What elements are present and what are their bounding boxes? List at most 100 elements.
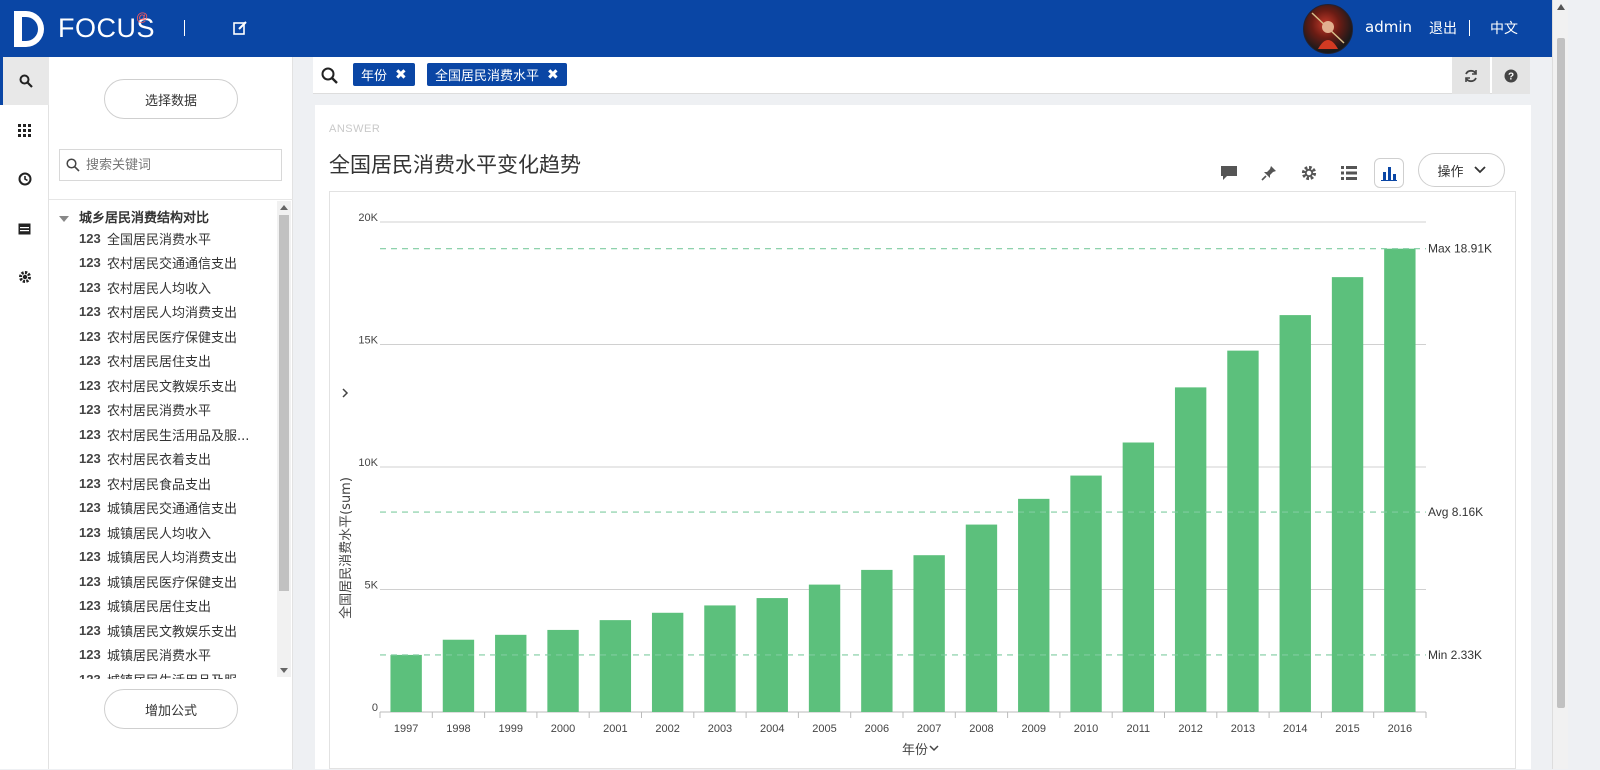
query-token-year[interactable]: 年份 ✖: [353, 63, 415, 86]
bar[interactable]: [651, 612, 684, 712]
x-tick-label: 2012: [1178, 723, 1202, 735]
field-list-item[interactable]: 123 城镇居民交通通信支出: [79, 496, 279, 521]
pin-button[interactable]: [1254, 158, 1284, 188]
tree-group-header[interactable]: 城乡居民消费结构对比: [59, 207, 209, 226]
bar[interactable]: [599, 620, 632, 712]
field-list-item[interactable]: 123 城镇居民人均消费支出: [79, 545, 279, 570]
field-list-item[interactable]: 123 农村居民人均收入: [79, 275, 279, 300]
bar[interactable]: [1018, 498, 1050, 712]
rail-history[interactable]: [0, 155, 49, 203]
field-list-item[interactable]: 123 城镇居民医疗保健支出: [79, 569, 279, 594]
bar[interactable]: [1122, 442, 1155, 713]
x-axis-chevron-icon[interactable]: [929, 745, 939, 752]
rail-apps[interactable]: [0, 106, 49, 154]
bar[interactable]: [1384, 248, 1416, 712]
field-list-item[interactable]: 123 农村居民食品支出: [79, 471, 279, 496]
field-list-scrollbar[interactable]: [277, 201, 291, 677]
field-list-item[interactable]: 123 农村居民交通通信支出: [79, 251, 279, 276]
x-tick-label: 2013: [1231, 723, 1255, 735]
add-formula-button[interactable]: 增加公式: [104, 689, 238, 729]
field-list-item[interactable]: 123城镇居民生活用品及服: [79, 667, 279, 679]
y-axis-label[interactable]: 全国居民消费水平(sum): [338, 477, 354, 619]
field-list-item[interactable]: 123 农村居民文教娱乐支出: [79, 373, 279, 398]
field-list-item[interactable]: 123 城镇居民消费水平: [79, 643, 279, 668]
language-switch[interactable]: 中文: [1490, 18, 1518, 38]
remove-token-icon[interactable]: ✖: [395, 67, 407, 83]
keyword-search-input[interactable]: [84, 154, 274, 176]
settings-icon: [18, 271, 31, 283]
refresh-button[interactable]: [1452, 57, 1490, 94]
bar[interactable]: [808, 584, 841, 712]
bar-chart-icon: [1381, 167, 1397, 181]
scroll-up-icon[interactable]: [280, 205, 288, 210]
field-list-item[interactable]: 123 农村居民医疗保健支出: [79, 324, 279, 349]
field-label: 全国居民消费水平: [107, 232, 212, 248]
numeric-type-icon: 123: [79, 426, 101, 442]
rail-calendar[interactable]: [0, 204, 49, 252]
field-list-item[interactable]: 123 城镇居民文教娱乐支出: [79, 618, 279, 643]
x-tick-label: 2000: [551, 723, 575, 735]
field-list-item[interactable]: 123 农村居民居住支出: [79, 349, 279, 374]
collapse-triangle-icon[interactable]: [59, 215, 69, 222]
field-list-item[interactable]: 123 农村居民人均消费支出: [79, 300, 279, 325]
scroll-down-icon[interactable]: [280, 668, 288, 673]
scroll-up-icon[interactable]: [1557, 4, 1565, 10]
bar[interactable]: [965, 524, 998, 712]
x-tick-label: 1999: [499, 723, 523, 735]
username[interactable]: admin: [1365, 18, 1412, 36]
window-scrollbar[interactable]: [1552, 0, 1568, 769]
numeric-type-icon: 123: [79, 230, 101, 246]
x-tick-label: 1998: [446, 723, 470, 735]
chart-settings-button[interactable]: [1294, 158, 1324, 188]
bar[interactable]: [1070, 475, 1102, 712]
bar[interactable]: [442, 639, 475, 712]
field-list-item[interactable]: 123 全国居民消费水平: [79, 226, 279, 251]
avatar[interactable]: [1303, 4, 1353, 54]
rail-settings[interactable]: [0, 253, 49, 301]
bar[interactable]: [1279, 315, 1311, 712]
x-axis-label[interactable]: 年份: [902, 743, 928, 758]
logout-link[interactable]: 退出: [1429, 18, 1457, 38]
bar[interactable]: [495, 634, 527, 712]
bar[interactable]: [861, 569, 893, 712]
field-list-item[interactable]: 123 农村居民生活用品及服...: [79, 422, 279, 447]
field-list-scrollbar-thumb[interactable]: [279, 215, 289, 591]
bar[interactable]: [390, 654, 422, 712]
query-bar[interactable]: 年份 ✖ 全国居民消费水平 ✖ ?: [313, 57, 1530, 94]
window-scrollbar-thumb[interactable]: [1557, 38, 1565, 708]
field-label: 城镇居民文教娱乐支出: [107, 624, 238, 640]
field-list-item[interactable]: 123 农村居民消费水平: [79, 398, 279, 423]
bar[interactable]: [756, 598, 788, 712]
field-label: 城镇居民消费水平: [107, 649, 212, 665]
comment-button[interactable]: [1214, 158, 1244, 188]
bar-chart: 0 5K 10K 15K 20K 1997 1998 1999 2000 2001 2002 200…: [338, 212, 1492, 758]
calendar-icon: [18, 223, 31, 234]
bar[interactable]: [704, 605, 736, 712]
remove-token-icon[interactable]: ✖: [547, 67, 559, 83]
bar[interactable]: [1331, 277, 1364, 712]
y-axis-chevron-icon[interactable]: [342, 388, 349, 398]
field-list-item[interactable]: 123 农村居民衣着支出: [79, 447, 279, 472]
reference-line-label: Avg 8.16K: [1428, 505, 1483, 519]
refresh-icon: [1465, 69, 1477, 82]
bar[interactable]: [547, 629, 579, 712]
select-data-button[interactable]: 选择数据: [104, 79, 238, 119]
operate-dropdown[interactable]: 操作: [1418, 153, 1505, 187]
query-token-consumption[interactable]: 全国居民消费水平 ✖: [427, 63, 567, 86]
answer-title: 全国居民消费水平变化趋势: [329, 153, 581, 177]
logo-icon: [14, 11, 44, 47]
field-list-item[interactable]: 123 城镇居民居住支出: [79, 594, 279, 619]
gear-icon: [1301, 165, 1317, 181]
icon-rail: [0, 57, 49, 769]
edit-icon[interactable]: [233, 21, 247, 35]
field-list-item[interactable]: 123 城镇居民人均收入: [79, 520, 279, 545]
keyword-search[interactable]: [59, 149, 282, 181]
bar[interactable]: [1227, 350, 1259, 712]
bar[interactable]: [1174, 387, 1207, 712]
help-button[interactable]: ?: [1492, 57, 1530, 94]
table-view-button[interactable]: [1334, 158, 1364, 188]
y-tick-label: 5K: [365, 580, 379, 592]
rail-search[interactable]: [0, 57, 49, 105]
bar[interactable]: [913, 555, 945, 712]
chart-view-button[interactable]: [1374, 158, 1404, 188]
